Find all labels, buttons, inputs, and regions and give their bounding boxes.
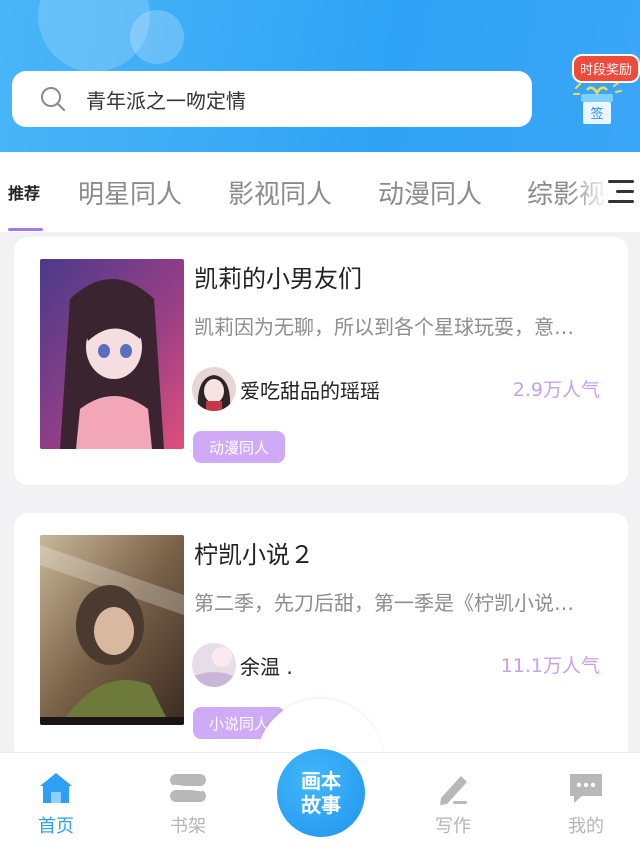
nav-home[interactable]: 首页: [16, 770, 96, 838]
chat-bubble-icon: [570, 774, 602, 803]
time-reward-button[interactable]: 签 时段奖励: [560, 52, 640, 132]
popularity-count: 2.9万人气: [512, 379, 600, 401]
reward-badge: 时段奖励: [572, 54, 640, 83]
author-avatar[interactable]: [192, 367, 236, 411]
nav-mine-label: 我的: [568, 816, 604, 837]
nav-mine[interactable]: 我的: [546, 770, 626, 838]
active-tab-indicator: [8, 228, 43, 231]
story-title[interactable]: 凯莉的小男友们: [194, 259, 362, 294]
nav-bookshelf-label: 书架: [170, 816, 206, 837]
nav-bookshelf[interactable]: 书架: [148, 770, 228, 838]
gift-sign-in-icon: 签: [573, 82, 622, 124]
author-name[interactable]: 余温 .: [240, 651, 293, 680]
story-title[interactable]: 柠凯小说２: [194, 535, 314, 570]
home-icon: [40, 773, 72, 803]
avatar-image: [192, 367, 236, 411]
tab-film-tv-fanfic[interactable]: 影视同人: [228, 152, 332, 232]
search-icon: [41, 87, 66, 112]
story-cover[interactable]: [40, 535, 184, 725]
category-menu-icon[interactable]: [606, 176, 636, 208]
nav-write-label: 写作: [435, 816, 471, 837]
nav-home-label: 首页: [38, 816, 74, 837]
story-card[interactable]: 凯莉的小男友们 凯莉因为无聊，所以到各个星球玩耍，意… 爱吃甜品的瑶瑶 2.9万…: [14, 237, 628, 485]
center-button-line2: 故事: [301, 793, 341, 817]
gift-label: 签: [590, 106, 603, 122]
center-button-line1: 画本: [301, 769, 341, 793]
avatar-image: [192, 643, 236, 687]
category-tabs: 推荐 明星同人 影视同人 动漫同人 综影视: [0, 152, 640, 232]
search-bar[interactable]: 青年派之一吻定情: [12, 71, 532, 127]
author-avatar[interactable]: [192, 643, 236, 687]
draw-story-center-button[interactable]: 画本 故事: [277, 749, 365, 837]
bookshelf-icon: [170, 774, 206, 802]
cover-image-illustration: [40, 535, 184, 725]
cover-image-anime-girl: [40, 259, 184, 449]
app-header: 青年派之一吻定情 签 时段奖励: [0, 0, 640, 152]
nav-write[interactable]: 写作: [413, 770, 493, 838]
search-placeholder: 青年派之一吻定情: [86, 88, 246, 113]
author-name[interactable]: 爱吃甜品的瑶瑶: [240, 375, 380, 404]
story-description: 第二季，先刀后甜，第一季是《柠凯小说…: [194, 591, 574, 615]
story-description: 凯莉因为无聊，所以到各个星球玩耍，意…: [194, 315, 574, 339]
story-cover[interactable]: [40, 259, 184, 449]
popularity-count: 11.1万人气: [500, 655, 600, 677]
tab-celebrity-fanfic[interactable]: 明星同人: [78, 152, 182, 232]
pencil-icon: [440, 776, 467, 805]
tab-anime-fanfic[interactable]: 动漫同人: [378, 152, 482, 232]
category-tag[interactable]: 动漫同人: [193, 431, 286, 463]
tab-recommended[interactable]: 推荐: [8, 152, 40, 232]
decor-bubble: [130, 10, 184, 64]
